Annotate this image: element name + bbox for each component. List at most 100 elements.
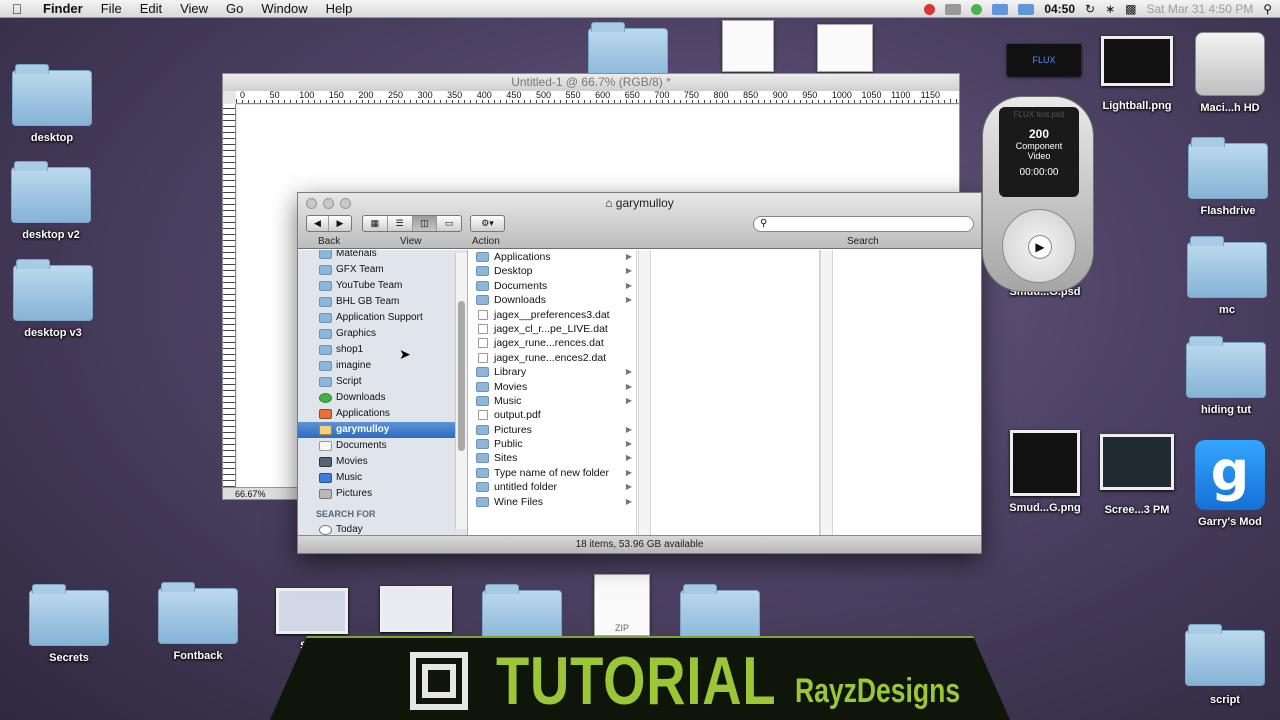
- sidebar-item-documents[interactable]: Documents: [298, 438, 467, 454]
- sidebar-item-music[interactable]: Music: [298, 470, 467, 486]
- column-resize-handle[interactable]: [638, 250, 651, 535]
- vertical-ruler[interactable]: [223, 104, 236, 487]
- bluetooth-icon[interactable]: ∗: [1105, 2, 1115, 16]
- folder-row[interactable]: Applications ▶: [470, 250, 636, 264]
- display-icon[interactable]: [1018, 3, 1035, 15]
- desktop-smudg-png[interactable]: Smud...G.png: [995, 430, 1095, 514]
- zoom-level[interactable]: 66.67%: [223, 487, 299, 499]
- desktop-document-top[interactable]: [795, 24, 895, 72]
- folder-row[interactable]: Wine Files ▶: [470, 495, 636, 509]
- desktop-folder-desktop-v2[interactable]: desktop v2: [1, 161, 101, 241]
- file-row[interactable]: jagex_rune...rences.dat: [470, 336, 636, 350]
- folder-row[interactable]: Type name of new folder ▶: [470, 466, 636, 480]
- sidebar-item-shop1[interactable]: shop1: [298, 342, 467, 358]
- eyetv-control-wheel[interactable]: ▶: [1002, 209, 1076, 283]
- play-icon[interactable]: ▶: [1028, 235, 1052, 259]
- desktop-folder-desktop[interactable]: desktop: [2, 64, 102, 144]
- search-for-heading[interactable]: SEARCH FOR: [298, 507, 467, 522]
- icon-view-icon[interactable]: ▦: [363, 216, 388, 231]
- sidebar-item-materials[interactable]: Materials: [298, 250, 467, 262]
- search-input[interactable]: ⚲: [753, 216, 974, 232]
- folder-row[interactable]: Library ▶: [470, 365, 636, 379]
- desktop-screenshot[interactable]: Scree...3 PM: [1087, 434, 1187, 516]
- menu-edit[interactable]: Edit: [131, 1, 171, 16]
- record-status-icon[interactable]: [924, 3, 936, 15]
- sidebar-item-downloads[interactable]: Downloads: [298, 390, 467, 406]
- menu-view[interactable]: View: [171, 1, 217, 16]
- folder-icon: [476, 453, 489, 464]
- desktop-zip-bottom[interactable]: ZIP: [572, 574, 672, 636]
- desktop-folder-desktop-v3[interactable]: desktop v3: [3, 259, 103, 339]
- photoshop-window-title[interactable]: Untitled-1 @ 66.7% (RGB/8) *: [223, 74, 959, 91]
- clock-icon: [319, 525, 332, 535]
- folder-row[interactable]: untitled folder ▶: [470, 480, 636, 494]
- spotlight-icon[interactable]: ⚲: [1263, 2, 1272, 16]
- finder-window[interactable]: ⌂ garymulloy ◀ ▶ ▦ ☰ ◫ ▭ ⚙▾ Back View Ac…: [297, 192, 982, 554]
- file-row[interactable]: output.pdf: [470, 408, 636, 422]
- horizontal-ruler[interactable]: 0 50 100 150 200 250 300 350 400 450 500 550 600 650 7…: [236, 91, 959, 104]
- sidebar-item-bhl-gb-team[interactable]: BHL GB Team: [298, 294, 467, 310]
- desktop-screen-thumb-2[interactable]: [366, 586, 466, 632]
- sidebar-item-script[interactable]: Script: [298, 374, 467, 390]
- sidebar-scrollbar[interactable]: [455, 253, 467, 529]
- coverflow-view-icon[interactable]: ▭: [437, 216, 461, 231]
- desktop-flux-thumb[interactable]: FLUX: [994, 44, 1094, 76]
- desktop-hard-drive[interactable]: Maci...h HD: [1180, 32, 1280, 114]
- column-item-label: jagex_rune...ences2.dat: [494, 351, 607, 364]
- menu-window[interactable]: Window: [252, 1, 316, 16]
- menu-file[interactable]: File: [92, 1, 131, 16]
- eyetv-file-hint: FLUX test.psd: [1013, 110, 1065, 119]
- sidebar-item-pictures[interactable]: Pictures: [298, 486, 467, 502]
- folder-row[interactable]: Pictures ▶: [470, 423, 636, 437]
- desktop-folder-mc[interactable]: mc: [1177, 236, 1277, 316]
- sidebar-item-garymulloy[interactable]: garymulloy: [298, 422, 467, 438]
- sidebar-item-applications[interactable]: Applications: [298, 406, 467, 422]
- menu-go[interactable]: Go: [217, 1, 252, 16]
- file-row[interactable]: jagex__preferences3.dat: [470, 308, 636, 322]
- sidebar-item-youtube-team[interactable]: YouTube Team: [298, 278, 467, 294]
- folder-row[interactable]: Downloads ▶: [470, 293, 636, 307]
- menu-datetime[interactable]: Sat Mar 31 4:50 PM: [1146, 2, 1253, 16]
- desktop-garrys-mod[interactable]: g Garry's Mod: [1180, 440, 1280, 528]
- dropbox-icon[interactable]: [992, 3, 1009, 15]
- desktop-zip-top[interactable]: [698, 20, 798, 72]
- desktop-folder-fontback[interactable]: Fontback: [148, 582, 248, 662]
- wifi-icon[interactable]: ▩: [1125, 2, 1136, 16]
- menu-finder[interactable]: Finder: [34, 1, 92, 16]
- apple-menu-icon[interactable]: : [0, 1, 34, 17]
- folder-row[interactable]: Documents ▶: [470, 279, 636, 293]
- battery-icon[interactable]: [945, 3, 962, 15]
- file-row[interactable]: jagex_rune...ences2.dat: [470, 351, 636, 365]
- folder-row[interactable]: Music ▶: [470, 394, 636, 408]
- sidebar-item-movies[interactable]: Movies: [298, 454, 467, 470]
- eyetv-remote-widget[interactable]: FLUX test.psd 200 Component Video 00:00:…: [982, 96, 1094, 292]
- desktop-lightball[interactable]: Lightball.png: [1087, 36, 1187, 112]
- column-item-label: Desktop: [494, 265, 533, 278]
- gear-icon[interactable]: ⚙▾: [471, 216, 504, 231]
- folder-row[interactable]: Desktop ▶: [470, 264, 636, 278]
- sidebar-item-graphics[interactable]: Graphics: [298, 326, 467, 342]
- column-view-icon[interactable]: ◫: [412, 216, 438, 231]
- desktop-flashdrive[interactable]: Flashdrive: [1178, 137, 1278, 217]
- desktop-folder-script[interactable]: script: [1175, 624, 1275, 706]
- desktop-folder-secrets[interactable]: Secrets: [19, 584, 119, 664]
- clock-time[interactable]: 04:50: [1044, 2, 1075, 16]
- sidebar-item-imagine[interactable]: imagine: [298, 358, 467, 374]
- folder-row[interactable]: Movies ▶: [470, 380, 636, 394]
- sidebar-item-application-support[interactable]: Application Support: [298, 310, 467, 326]
- menu-help[interactable]: Help: [317, 1, 362, 16]
- folder-row[interactable]: Sites ▶: [470, 451, 636, 465]
- back-label: Back: [318, 236, 341, 247]
- column-resize-handle[interactable]: [820, 250, 833, 535]
- back-arrow-icon[interactable]: ◀: [307, 216, 329, 231]
- status-light-icon[interactable]: [971, 3, 983, 15]
- desktop-folder-hiding-tut[interactable]: hiding tut: [1176, 336, 1276, 416]
- scrollbar-knob[interactable]: [458, 301, 465, 451]
- time-machine-icon[interactable]: ↻: [1085, 2, 1095, 16]
- list-view-icon[interactable]: ☰: [388, 216, 413, 231]
- folder-row[interactable]: Public ▶: [470, 437, 636, 451]
- forward-arrow-icon[interactable]: ▶: [329, 216, 351, 231]
- sidebar-item-today[interactable]: Today: [298, 522, 467, 535]
- file-row[interactable]: jagex_cl_r...pe_LIVE.dat: [470, 322, 636, 336]
- sidebar-item-gfx-team[interactable]: GFX Team: [298, 262, 467, 278]
